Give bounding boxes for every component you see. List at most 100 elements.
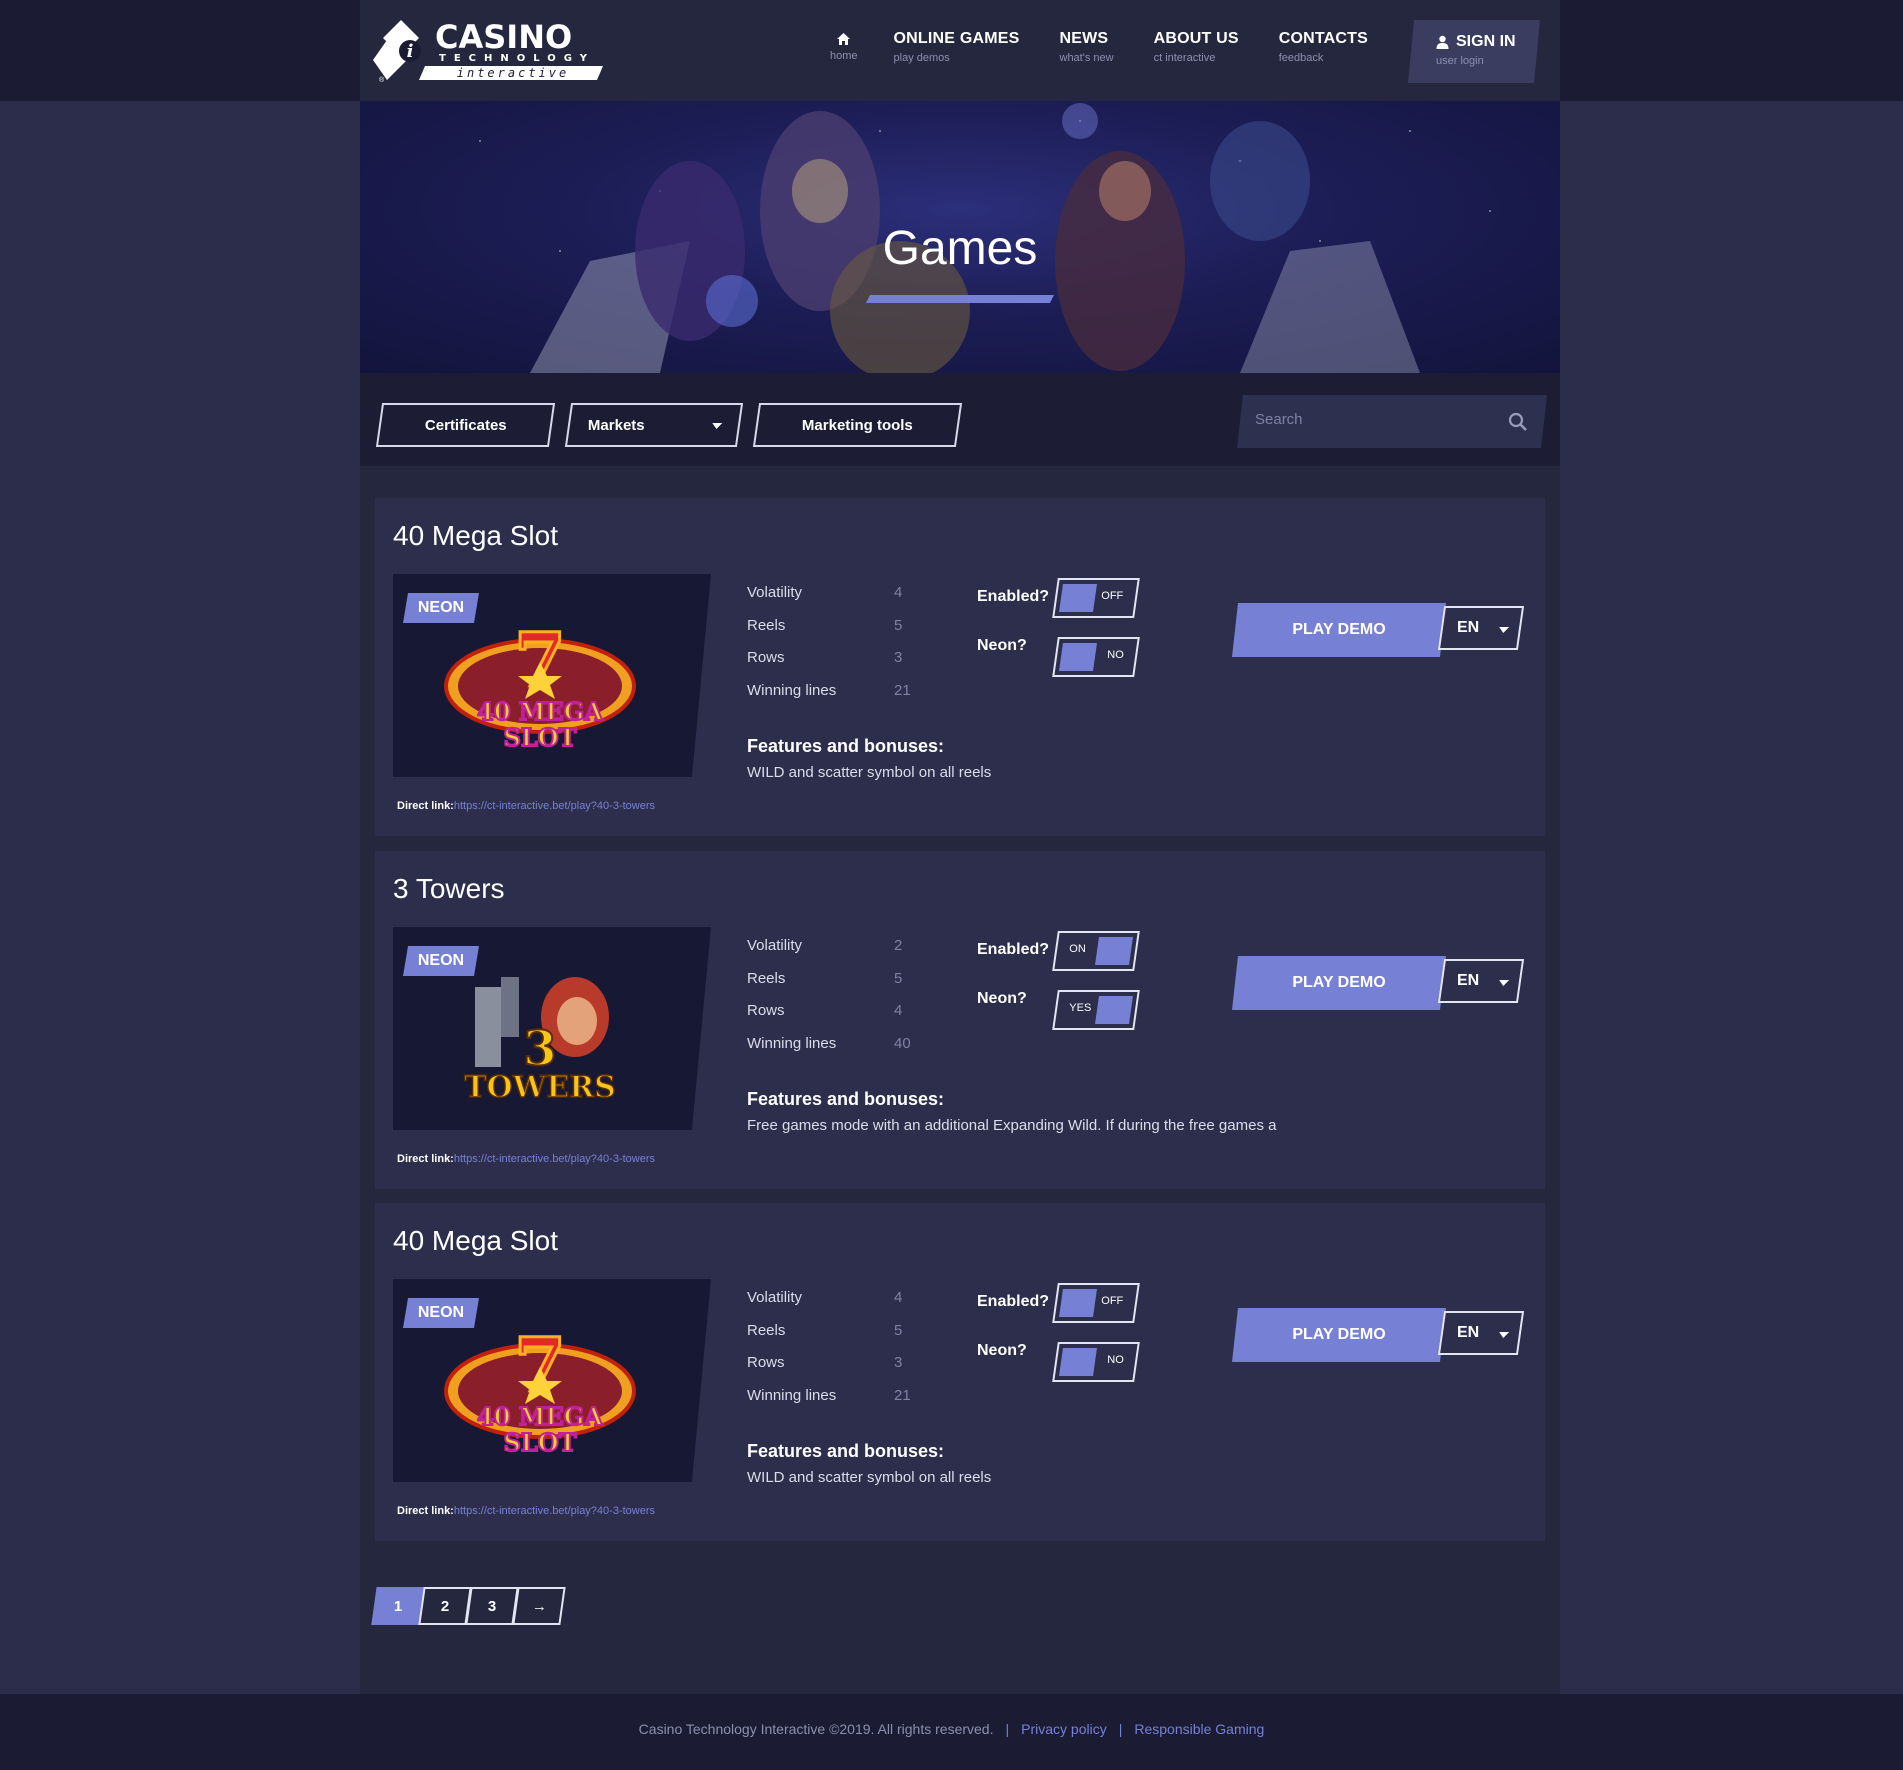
svg-text:®: ® <box>379 76 385 84</box>
game-card: 40 Mega Slot 7 40 MEGA SLOT NEON Direct li… <box>375 1203 1545 1541</box>
spec-winning-lines: Winning lines 40 <box>747 1035 911 1068</box>
language-value: EN <box>1457 1324 1480 1341</box>
separator: | <box>1118 1721 1123 1737</box>
nav-news-sub: what's new <box>1059 52 1114 64</box>
features-heading: Features and bonuses: <box>747 1089 945 1109</box>
spec-label: Winning lines <box>747 1034 837 1052</box>
next-page-button[interactable]: → <box>512 1587 566 1625</box>
toggle-knob <box>1059 1289 1097 1317</box>
features-text: WILD and scatter symbol on all reels <box>747 764 992 781</box>
game-specs: Volatility 4 Reels 5 Rows 3 Winning lines 21 <box>747 584 911 714</box>
spec-value: 5 <box>894 1321 903 1339</box>
page-title: Games <box>882 222 1038 275</box>
spec-volatility: Volatility 2 <box>747 937 911 970</box>
svg-text:7: 7 <box>514 1323 566 1409</box>
game-logo-art: 3TOWERS <box>463 977 617 1106</box>
spec-rows: Rows 3 <box>747 649 911 682</box>
direct-link-url[interactable]: https://ct-interactive.bet/play?40-3-tow… <box>454 1505 655 1517</box>
home-icon <box>837 33 851 45</box>
enabled-state: OFF <box>1101 1295 1124 1307</box>
nav-contacts-sub: feedback <box>1278 52 1324 64</box>
copyright: Casino Technology Interactive ©2019. All… <box>638 1721 994 1737</box>
footer: Casino Technology Interactive ©2019. All… <box>0 1694 1903 1770</box>
game-specs: Volatility 2 Reels 5 Rows 4 Winning lines 40 <box>747 937 911 1067</box>
features-heading: Features and bonuses: <box>747 736 945 756</box>
enabled-state: ON <box>1069 943 1086 955</box>
play-demo-button[interactable]: PLAY DEMO <box>1232 1308 1446 1362</box>
nav-news[interactable]: NEWS what's new <box>1060 30 1114 64</box>
page-2-button[interactable]: 2 <box>418 1587 472 1625</box>
language-value: EN <box>1457 619 1480 636</box>
privacy-policy-link[interactable]: Privacy policy <box>1021 1721 1107 1737</box>
title-underline <box>866 295 1054 303</box>
play-demo-button[interactable]: PLAY DEMO <box>1232 956 1446 1010</box>
language-select[interactable]: EN <box>1437 1311 1525 1355</box>
language-select[interactable]: EN <box>1437 959 1525 1003</box>
direct-link-label: Direct link: <box>397 1505 454 1517</box>
neon-toggle[interactable]: NO <box>1052 1342 1140 1382</box>
spec-volatility: Volatility 4 <box>747 1289 911 1322</box>
toggle-knob <box>1059 584 1097 612</box>
svg-text:TOWERS: TOWERS <box>464 1070 616 1105</box>
spec-reels: Reels 5 <box>747 970 911 1003</box>
enabled-label: Enabled? <box>977 1293 1050 1310</box>
neon-toggle[interactable]: YES <box>1052 990 1140 1030</box>
sign-in-button[interactable]: SIGN IN user login <box>1408 20 1540 83</box>
sign-in-label: SIGN IN <box>1456 33 1516 50</box>
hero-banner: Games <box>360 101 1560 373</box>
neon-toggle[interactable]: NO <box>1052 637 1140 677</box>
nav-online-games-label: ONLINE GAMES <box>893 30 1020 47</box>
nav-contacts[interactable]: CONTACTS feedback <box>1279 30 1368 64</box>
nav-online-games[interactable]: ONLINE GAMES play demos <box>894 30 1020 64</box>
nav-about-us-sub: ct interactive <box>1153 52 1216 64</box>
certificates-label: Certificates <box>424 416 507 434</box>
spec-label: Volatility <box>747 937 803 954</box>
search-icon[interactable] <box>1507 411 1529 433</box>
nav-about-us[interactable]: ABOUT US ct interactive <box>1154 30 1239 64</box>
svg-text:SLOT: SLOT <box>504 1428 577 1457</box>
neon-label: Neon? <box>977 637 1027 654</box>
direct-link: Direct link:https://ct-interactive.bet/p… <box>397 800 655 812</box>
spec-value: 4 <box>894 1289 903 1306</box>
direct-link-url[interactable]: https://ct-interactive.bet/play?40-3-tow… <box>454 800 655 812</box>
certificates-button[interactable]: Certificates <box>375 403 556 447</box>
spec-winning-lines: Winning lines 21 <box>747 682 911 715</box>
nav-home[interactable]: home <box>830 30 858 64</box>
chevron-down-icon <box>1498 627 1510 633</box>
spec-value: 3 <box>894 649 903 666</box>
spec-value: 4 <box>894 584 903 601</box>
spec-label: Winning lines <box>747 681 837 699</box>
toggle-knob <box>1059 643 1097 671</box>
page-1-button[interactable]: 1 <box>371 1587 425 1625</box>
enabled-label: Enabled? <box>977 941 1050 958</box>
spec-volatility: Volatility 4 <box>747 584 911 617</box>
features-text: WILD and scatter symbol on all reels <box>747 1469 992 1486</box>
spec-label: Winning lines <box>747 1386 837 1404</box>
enabled-toggle[interactable]: OFF <box>1052 578 1140 618</box>
language-select[interactable]: EN <box>1437 606 1525 650</box>
language-value: EN <box>1457 972 1480 989</box>
page-3-button[interactable]: 3 <box>465 1587 519 1625</box>
spec-value: 2 <box>894 937 903 954</box>
markets-dropdown[interactable]: Markets <box>564 403 744 447</box>
svg-text:i: i <box>407 41 414 62</box>
spec-value: 21 <box>894 681 911 699</box>
direct-link-url[interactable]: https://ct-interactive.bet/play?40-3-tow… <box>454 1153 655 1165</box>
spec-label: Rows <box>747 1002 785 1019</box>
spec-value: 21 <box>894 1386 911 1404</box>
direct-link-label: Direct link: <box>397 1153 454 1165</box>
play-demo-button[interactable]: PLAY DEMO <box>1232 603 1446 657</box>
search-box <box>1237 395 1547 448</box>
marketing-tools-button[interactable]: Marketing tools <box>752 403 963 447</box>
game-title: 40 Mega Slot <box>393 520 558 551</box>
arrow-right-icon: → <box>531 1597 547 1615</box>
enabled-toggle[interactable]: OFF <box>1052 1283 1140 1323</box>
search-input[interactable] <box>1255 411 1495 428</box>
spec-label: Reels <box>747 969 786 987</box>
logo-tag-text: interactive <box>457 66 569 80</box>
enabled-toggle[interactable]: ON <box>1052 931 1140 971</box>
spec-rows: Rows 4 <box>747 1002 911 1035</box>
chevron-down-icon <box>711 423 723 429</box>
company-logo[interactable]: i CASINO TECHNOLOGY interactive ® <box>373 18 603 84</box>
responsible-gaming-link[interactable]: Responsible Gaming <box>1134 1721 1264 1737</box>
